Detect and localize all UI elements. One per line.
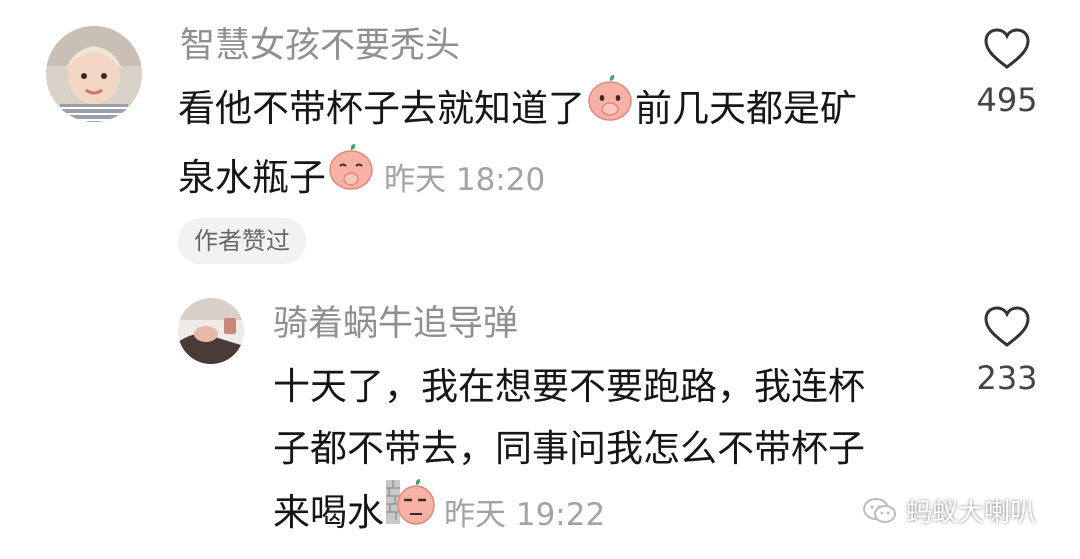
heart-icon[interactable] [984, 306, 1030, 348]
comment-text-line: 十天了，我在想要不要跑路，我连杯 [273, 365, 865, 408]
comment-text: 十天了，我在想要不要跑路，我连杯 子都不带去，同事问我怎么不带杯子 来喝水 昨天 … [273, 356, 933, 549]
comment-text: 看他不带杯子去就知道了 前几天都是矿 泉水瓶子 昨天 18:20 [178, 75, 938, 214]
comment-text-line: 泉水瓶子 [178, 156, 326, 199]
avatar[interactable] [46, 26, 142, 122]
comment-time: 昨天 18:20 [384, 162, 546, 198]
comment-time: 昨天 19:22 [444, 497, 606, 533]
user-avatar-image [178, 298, 244, 364]
watermark-text: 蚂蚁大喇叭 [906, 498, 1037, 528]
heart-icon[interactable] [984, 28, 1030, 70]
comment-text-line: 前几天都是矿 [635, 87, 857, 130]
peach-cover-mouth-emoji [585, 72, 635, 141]
username[interactable]: 智慧女孩不要秃头 [180, 24, 460, 68]
peach-wall-peek-emoji [384, 476, 436, 545]
avatar[interactable] [178, 298, 244, 364]
child-avatar-image [46, 26, 142, 122]
comment-text-line: 来喝水 [273, 491, 384, 534]
peach-shy-emoji [326, 141, 376, 210]
author-liked-badge: 作者赞过 [178, 218, 306, 264]
wechat-icon [863, 497, 896, 523]
watermark: 蚂蚁大喇叭 [862, 492, 1036, 529]
comment-text-line: 子都不带去，同事问我怎么不带杯子 [273, 427, 865, 470]
comment-text-line: 看他不带杯子去就知道了 [178, 87, 585, 130]
like-control[interactable]: 495 [952, 28, 1062, 120]
like-count: 233 [976, 359, 1038, 397]
like-control[interactable]: 233 [952, 306, 1062, 398]
username[interactable]: 骑着蜗牛追导弹 [273, 302, 518, 346]
like-count: 495 [976, 81, 1038, 119]
